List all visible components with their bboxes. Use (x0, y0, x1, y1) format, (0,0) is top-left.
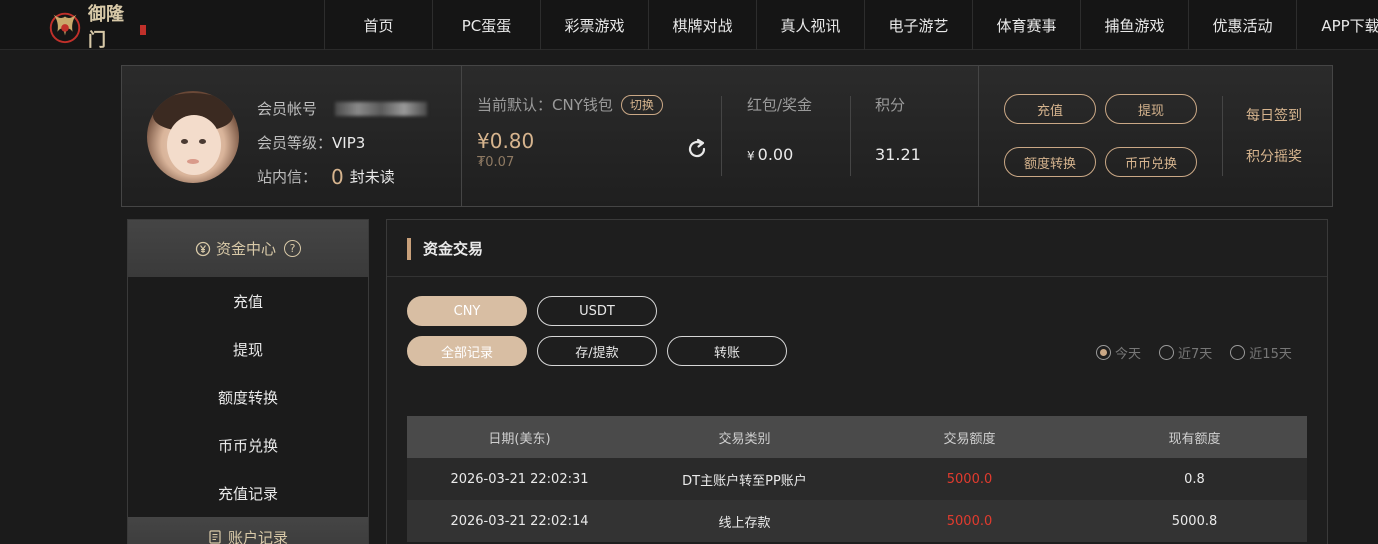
nav-item-slots[interactable]: 电子游艺 (864, 0, 972, 50)
wallet-usdt-balance: ₮0.07 (477, 155, 515, 170)
radio-icon (1230, 345, 1246, 360)
tab-cny[interactable]: CNY (407, 296, 527, 326)
dragon-logo-icon (49, 12, 81, 44)
cell-amount: 5000.0 (946, 513, 993, 529)
radio-icon (1159, 345, 1175, 360)
level-label: 会员等级： (257, 134, 333, 152)
bonus-block: 红包/奖金 ¥0.00 (747, 94, 812, 164)
nav-item-promotions[interactable]: 优惠活动 (1188, 0, 1296, 50)
sidebar-item-exchange[interactable]: 币币兑换 (128, 421, 368, 469)
nav-menu: 首页 PC蛋蛋 彩票游戏 棋牌对战 真人视讯 电子游艺 体育赛事 捕鱼游戏 优惠… (324, 0, 1378, 50)
range-today-label: 今天 (1115, 347, 1142, 362)
document-icon (209, 530, 221, 544)
tab-transfer[interactable]: 转账 (667, 336, 787, 366)
table-row: 2026-03-21 22:02:31 DT主账户转至PP账户 5000.0 0… (407, 458, 1307, 500)
deposit-button[interactable]: 充值 (1004, 94, 1096, 124)
nav-item-sports[interactable]: 体育赛事 (972, 0, 1080, 50)
daily-checkin-link[interactable]: 每日签到 (1246, 105, 1302, 125)
sidebar-item-deposit-records[interactable]: 充值记录 (128, 469, 368, 517)
bonus-label: 红包/奖金 (747, 96, 813, 114)
bonus-currency: ¥ (747, 149, 755, 163)
top-navigation: 御隆门 首页 PC蛋蛋 彩票游戏 棋牌对战 真人视讯 电子游艺 体育赛事 捕鱼游… (0, 0, 1378, 51)
cell-balance: 5000.8 (1171, 513, 1218, 529)
avatar[interactable] (147, 91, 239, 183)
column-date: 日期(美东) (488, 431, 551, 447)
account-row: 会员帐号 (257, 92, 428, 126)
account-info: 会员帐号 会员等级： VIP3 站内信： 0 封未读 (257, 92, 428, 194)
yen-icon (195, 241, 211, 256)
nav-item-live-casino[interactable]: 真人视讯 (756, 0, 864, 50)
refresh-icon[interactable] (686, 138, 708, 160)
logo-accent (140, 25, 146, 35)
table-header: 日期(美东) 交易类别 交易额度 现有额度 (407, 416, 1307, 458)
bonus-value: 0.00 (757, 145, 794, 164)
sidebar-title: 资金中心 (215, 240, 276, 258)
sidebar-header-account-records[interactable]: 账户记录 (128, 517, 368, 544)
switch-wallet-button[interactable]: 切换 (620, 94, 663, 115)
nav-item-pc-eggs[interactable]: PC蛋蛋 (432, 0, 540, 50)
range-15-days-label: 近15天 (1249, 347, 1292, 362)
range-today[interactable]: 今天 (1096, 343, 1141, 362)
level-row: 会员等级： VIP3 (257, 126, 427, 160)
help-icon[interactable]: ? (284, 240, 301, 257)
points-label: 积分 (875, 96, 906, 114)
sidebar-item-deposit[interactable]: 充值 (128, 277, 368, 325)
transactions-table: 日期(美东) 交易类别 交易额度 现有额度 2026-03-21 22:02:3… (407, 416, 1307, 542)
transfer-button[interactable]: 额度转换 (1004, 147, 1096, 177)
cell-type: 线上存款 (718, 515, 771, 531)
points-value: 31.21 (875, 145, 921, 164)
default-wallet-label: 当前默认：CNY钱包 (477, 96, 613, 114)
column-amount: 交易额度 (943, 431, 996, 447)
inbox-row[interactable]: 站内信： 0 封未读 (257, 160, 427, 194)
sidebar-title-2: 账户记录 (227, 528, 288, 544)
range-7-days-label: 近7天 (1178, 347, 1213, 362)
wallet-balance: ¥0.80 (477, 129, 535, 153)
withdraw-button[interactable]: 提现 (1105, 94, 1197, 124)
brand-name: 御隆门 (88, 4, 124, 51)
cell-balance: 0.8 (1184, 471, 1205, 487)
sidebar-item-transfer[interactable]: 额度转换 (128, 373, 368, 421)
page-title: 资金交易 (407, 238, 483, 260)
brand-logo[interactable]: 御隆门 (46, 4, 146, 51)
unread-label: 封未读 (349, 168, 395, 186)
tab-usdt[interactable]: USDT (537, 296, 657, 326)
date-range-filter: 今天 近7天 近15天 (1096, 343, 1292, 362)
wallet-block: 当前默认：CNY钱包 切换 ¥0.80 ₮0.07 (477, 94, 663, 170)
unread-count[interactable]: 0 (331, 160, 344, 194)
vip-level: VIP3 (332, 134, 366, 152)
nav-item-fishing[interactable]: 捕鱼游戏 (1080, 0, 1188, 50)
inbox-label: 站内信： (257, 168, 318, 186)
column-balance: 现有额度 (1168, 431, 1221, 447)
column-type: 交易类别 (718, 431, 771, 447)
nav-item-home[interactable]: 首页 (324, 0, 432, 50)
nav-item-chess-cards[interactable]: 棋牌对战 (648, 0, 756, 50)
table-row: 2026-03-21 22:02:14 线上存款 5000.0 5000.8 (407, 500, 1307, 542)
range-15-days[interactable]: 近15天 (1230, 343, 1292, 362)
account-id-blurred (335, 102, 428, 116)
member-profile-bar: 会员帐号 会员等级： VIP3 站内信： 0 封未读 当前默认：CNY钱包 切换… (121, 65, 1333, 207)
fund-center-sidebar: 资金中心 ? 充值 提现 额度转换 币币兑换 充值记录 账户记录 (127, 219, 369, 544)
exchange-button[interactable]: 币币兑换 (1105, 147, 1197, 177)
range-7-days[interactable]: 近7天 (1159, 343, 1212, 362)
cell-type: DT主账户转至PP账户 (682, 473, 807, 489)
fund-transactions-panel: 资金交易 CNY USDT 全部记录 存/提款 转账 今天 近7天 近15天 日… (386, 219, 1328, 544)
nav-item-app-download[interactable]: APP下载 (1296, 0, 1378, 50)
account-label: 会员帐号 (257, 100, 318, 118)
radio-checked-icon (1096, 345, 1111, 360)
cell-amount: 5000.0 (946, 471, 993, 487)
cell-date: 2026-03-21 22:02:31 (450, 471, 589, 487)
points-block: 积分 31.21 (875, 94, 921, 164)
cell-date: 2026-03-21 22:02:14 (450, 513, 589, 529)
tab-all-records[interactable]: 全部记录 (407, 336, 527, 366)
sidebar-item-withdraw[interactable]: 提现 (128, 325, 368, 373)
sidebar-header: 资金中心 ? (128, 220, 368, 277)
points-lottery-link[interactable]: 积分摇奖 (1246, 146, 1302, 166)
nav-item-lottery[interactable]: 彩票游戏 (540, 0, 648, 50)
tab-deposit-withdraw[interactable]: 存/提款 (537, 336, 657, 366)
